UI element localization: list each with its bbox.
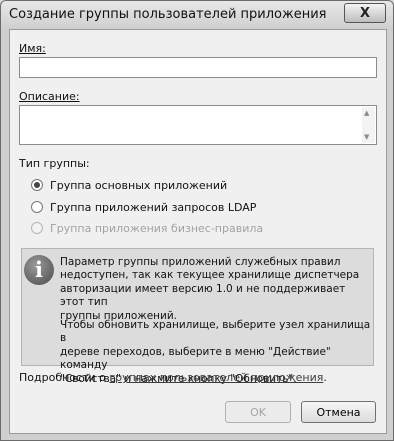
group-type-label: Тип группы: [19, 157, 90, 170]
ok-button[interactable]: OK [225, 401, 291, 423]
name-field[interactable] [19, 57, 377, 78]
details-prefix: Подробности о [19, 371, 110, 384]
radio-business-rule-group-label: Группа приложения бизнес-правила [50, 222, 264, 235]
description-scrollbar[interactable]: ▲ ▼ [362, 107, 375, 143]
title-bar: Создание группы пользователей приложения… [1, 1, 393, 29]
scroll-down-icon[interactable]: ▼ [364, 133, 369, 141]
radio-ldap-group-label[interactable]: Группа приложений запросов LDAP [50, 201, 256, 214]
close-icon: X [359, 5, 371, 21]
radio-basic-group[interactable] [31, 179, 43, 191]
info-icon: i [24, 255, 54, 285]
dialog-body: Имя: Описание: ▲ ▼ Тип группы: Группа ос… [9, 29, 387, 434]
description-label: Описание: [19, 90, 80, 103]
details-link[interactable]: группах пользователей приложения [109, 371, 323, 384]
close-button[interactable]: X [344, 3, 386, 23]
radio-basic-group-label[interactable]: Группа основных приложений [50, 179, 227, 192]
details-suffix: . [323, 371, 327, 384]
scroll-up-icon[interactable]: ▲ [364, 109, 369, 117]
radio-business-rule-group [31, 222, 43, 234]
info-panel: i Параметр группы приложений служебных п… [21, 248, 374, 385]
name-label: Имя: [19, 42, 46, 55]
info-text-paragraph-1: Параметр группы приложений служебных пра… [60, 256, 360, 322]
details-line: Подробности о группах пользователей прил… [19, 371, 327, 384]
dialog-title: Создание группы пользователей приложения [9, 7, 327, 22]
cancel-button[interactable]: Отмена [301, 401, 376, 423]
description-field[interactable]: ▲ ▼ [19, 105, 377, 145]
radio-ldap-group[interactable] [31, 201, 43, 213]
dialog-window: Создание группы пользователей приложения… [0, 0, 394, 441]
